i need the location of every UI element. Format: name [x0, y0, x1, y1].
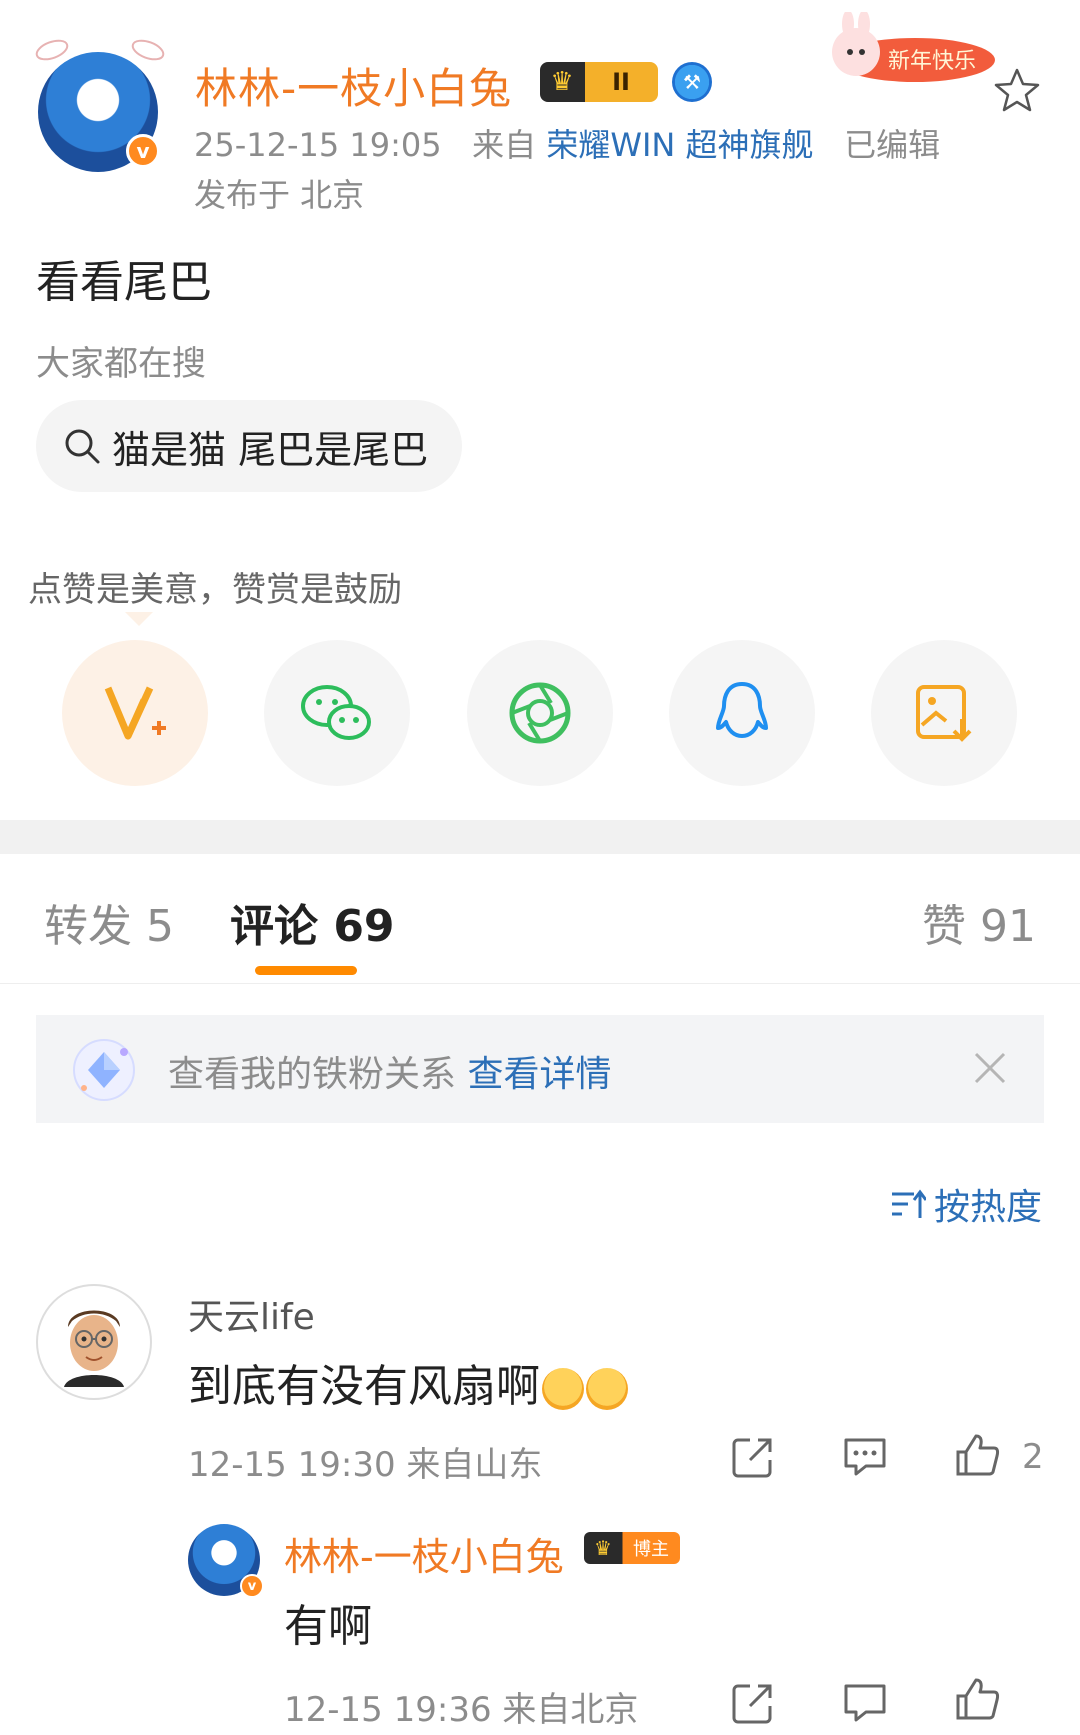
- fan-relation-link[interactable]: 查看详情: [467, 1054, 611, 1095]
- reward-caret: [125, 612, 153, 626]
- commenter-name[interactable]: 天云life: [188, 1288, 315, 1340]
- reply-location: 来自北京: [502, 1690, 639, 1730]
- search-icon: [65, 429, 100, 464]
- tab-likes[interactable]: 赞 91: [922, 890, 1036, 954]
- tab-repost[interactable]: 转发 5: [44, 890, 174, 954]
- comment-body: 到底有没有风扇啊: [188, 1361, 540, 1412]
- author-name[interactable]: 林林-一枝小白兔: [195, 55, 512, 116]
- fan-relation-label: 查看我的铁粉关系: [168, 1054, 457, 1095]
- comment-text: 到底有没有风扇啊: [188, 1350, 628, 1414]
- close-icon[interactable]: [972, 1050, 1008, 1086]
- crown-icon: ♛: [594, 1536, 612, 1560]
- sort-label: 按热度: [933, 1187, 1042, 1228]
- share-icon[interactable]: [730, 1434, 776, 1480]
- new-year-rabbit-badge: 新年快乐: [832, 12, 995, 82]
- gavel-badge-icon[interactable]: ⚒: [672, 62, 712, 102]
- edited-label[interactable]: 已编辑: [844, 126, 940, 164]
- save-image-button[interactable]: [871, 640, 1017, 786]
- like-thumb-icon[interactable]: [954, 1676, 1000, 1722]
- heart-hug-emoji-icon: [586, 1368, 628, 1410]
- reply-text: 有啊: [284, 1601, 372, 1652]
- save-image-icon: [916, 685, 972, 742]
- comment-meta: 12-15 19:30 来自山东: [188, 1437, 542, 1486]
- tab-comments[interactable]: 评论 69: [230, 890, 395, 954]
- tab-divider: [0, 983, 1080, 984]
- author-avatar[interactable]: v: [38, 52, 160, 172]
- comment-location: 来自山东: [406, 1445, 543, 1485]
- trending-search-keyword: 猫是猫 尾巴是尾巴: [112, 427, 429, 472]
- wechat-share-button[interactable]: [264, 640, 410, 786]
- blogger-badge: ♛ 博主: [584, 1532, 680, 1564]
- trending-search-pill[interactable]: 猫是猫 尾巴是尾巴: [36, 400, 462, 492]
- reply-comment-icon[interactable]: [842, 1434, 888, 1480]
- post-time: 25-12-15 19:05: [194, 126, 442, 164]
- qq-icon: [716, 682, 768, 738]
- diamond-icon: [73, 1039, 135, 1101]
- memoji-avatar: [64, 1310, 124, 1387]
- member-level: II: [612, 68, 630, 96]
- active-tab-indicator: [255, 966, 357, 975]
- wechat-icon: [301, 685, 371, 740]
- reply-author-avatar[interactable]: v: [188, 1524, 264, 1598]
- favorite-star-icon[interactable]: [992, 66, 1042, 116]
- sort-icon: [891, 1189, 926, 1218]
- fan-relation-text: 查看我的铁粉关系 查看详情: [168, 1045, 611, 1097]
- moments-share-button[interactable]: [467, 640, 613, 786]
- post-meta: 25-12-15 19:05 来自 荣耀WIN 超神旗舰 已编辑: [194, 120, 940, 166]
- heart-hug-emoji-icon: [542, 1368, 584, 1410]
- post-text: 看看尾巴: [36, 257, 212, 308]
- trending-search-hint: 大家都在搜: [36, 344, 206, 384]
- qq-share-button[interactable]: [669, 640, 815, 786]
- post-location: 发布于 北京: [194, 176, 365, 214]
- reward-prompt: 点赞是美意，赞赏是鼓励: [28, 570, 402, 610]
- sort-by-hot-button[interactable]: 按热度: [890, 1178, 1042, 1230]
- member-crown-badge[interactable]: ♛ II: [540, 62, 658, 102]
- new-year-text: 新年快乐: [888, 49, 976, 74]
- source-prefix: 来自: [472, 126, 537, 164]
- reply-author-name[interactable]: 林林-一枝小白兔: [284, 1526, 564, 1581]
- share-icon[interactable]: [730, 1680, 776, 1726]
- moments-icon: [509, 682, 571, 744]
- device-link[interactable]: 荣耀WIN 超神旗舰: [546, 126, 813, 164]
- reply-comment-icon[interactable]: [842, 1680, 888, 1726]
- vplus-icon: [104, 686, 166, 740]
- verified-badge: v: [240, 1574, 264, 1598]
- reply-meta: 12-15 19:36 来自北京: [284, 1682, 638, 1731]
- commenter-avatar[interactable]: [36, 1284, 152, 1400]
- reply-time: 12-15 19:36: [284, 1690, 492, 1730]
- crown-icon: ♛: [550, 67, 574, 97]
- vplus-button[interactable]: [62, 640, 208, 786]
- blogger-tag: 博主: [633, 1539, 669, 1560]
- section-divider: [0, 820, 1080, 854]
- like-thumb-icon[interactable]: [954, 1432, 1000, 1478]
- comment-time: 12-15 19:30: [188, 1445, 396, 1485]
- like-count: 2: [1022, 1437, 1044, 1477]
- verified-badge: v: [126, 134, 160, 168]
